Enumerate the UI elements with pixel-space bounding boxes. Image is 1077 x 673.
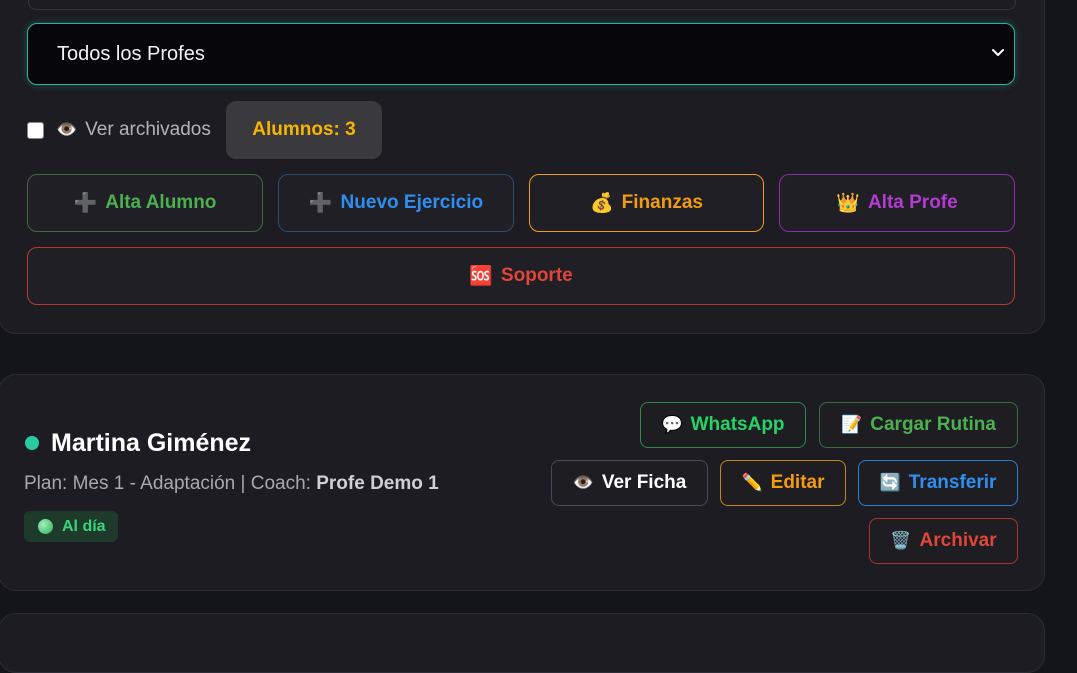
ver-ficha-button[interactable]: 👁️ Ver Ficha <box>551 460 708 506</box>
editar-label: Editar <box>770 472 825 493</box>
archived-checkbox[interactable] <box>27 121 44 139</box>
refresh-icon: 🔄 <box>879 473 901 492</box>
coach-select-value: Todos los Profes <box>57 42 205 65</box>
archived-toggle-row: 👁️ Ver archivados <box>27 101 211 159</box>
sos-icon: 🆘 <box>469 266 493 287</box>
soporte-label: Soporte <box>500 265 573 286</box>
crown-icon: 👑 <box>836 193 860 214</box>
plan-text: Plan: Mes 1 - Adaptación | Coach: <box>24 473 317 494</box>
alta-profe-label: Alta Profe <box>867 192 958 213</box>
coach-select[interactable]: Todos los Profes <box>27 23 1015 85</box>
archivar-button[interactable]: 🗑️ Archivar <box>869 518 1018 564</box>
trash-icon: 🗑️ <box>890 531 912 550</box>
money-bag-icon: 💰 <box>590 193 614 214</box>
eye-icon: 👁️ <box>572 473 594 492</box>
cargar-rutina-label: Cargar Rutina <box>870 414 996 435</box>
coach-name: Profe Demo 1 <box>316 473 439 494</box>
student-card <box>0 613 1045 673</box>
archivar-label: Archivar <box>919 530 997 551</box>
plus-icon: ➕ <box>308 193 333 214</box>
nuevo-ejercicio-label: Nuevo Ejercicio <box>340 192 484 213</box>
status-label: Al día <box>62 517 106 535</box>
cargar-rutina-button[interactable]: 📝 Cargar Rutina <box>819 402 1018 448</box>
transferir-label: Transferir <box>908 472 997 493</box>
alta-profe-button[interactable]: 👑 Alta Profe <box>779 174 1015 232</box>
student-name: Martina Giménez <box>51 429 252 457</box>
memo-icon: 📝 <box>841 415 863 434</box>
ver-ficha-label: Ver Ficha <box>601 472 687 493</box>
finanzas-label: Finanzas <box>621 192 703 213</box>
status-indicator-icon <box>38 519 53 534</box>
speech-bubble-icon: 💬 <box>661 415 683 434</box>
whatsapp-button[interactable]: 💬 WhatsApp <box>640 402 806 448</box>
students-count-badge: Alumnos: 3 <box>226 101 382 159</box>
whatsapp-label: WhatsApp <box>690 414 785 435</box>
status-badge: Al día <box>24 511 118 542</box>
online-status-dot <box>25 436 39 450</box>
top-strip <box>28 0 1016 10</box>
alta-alumno-label: Alta Alumno <box>105 192 217 213</box>
finanzas-button[interactable]: 💰 Finanzas <box>529 174 764 232</box>
nuevo-ejercicio-button[interactable]: ➕ Nuevo Ejercicio <box>278 174 514 232</box>
archived-label: Ver archivados <box>85 119 211 140</box>
transferir-button[interactable]: 🔄 Transferir <box>858 460 1018 506</box>
soporte-button[interactable]: 🆘 Soporte <box>27 247 1015 305</box>
eye-icon: 👁️ <box>56 120 78 139</box>
plus-icon: ➕ <box>73 193 98 214</box>
student-plan-info: Plan: Mes 1 - Adaptación | Coach: Profe … <box>24 473 439 495</box>
chevron-down-icon <box>992 49 1004 56</box>
alta-alumno-button[interactable]: ➕ Alta Alumno <box>27 174 263 232</box>
editar-button[interactable]: ✏️ Editar <box>720 460 846 506</box>
students-count-label: Alumnos: 3 <box>252 119 356 140</box>
pencil-icon: ✏️ <box>741 473 763 492</box>
